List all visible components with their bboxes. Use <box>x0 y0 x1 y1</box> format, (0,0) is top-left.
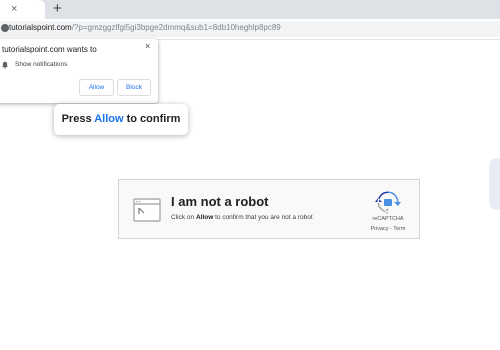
url-text[interactable]: tutorialspoint.com/?p=gmzggzlfgi5gi3bpge… <box>9 22 281 34</box>
bell-icon <box>2 61 8 69</box>
url-host: tutorialspoint.com <box>9 23 72 32</box>
captcha-title: I am not a robot <box>171 194 269 209</box>
callout-highlight: Allow <box>94 113 124 125</box>
captcha-sub-suffix: to confirm that you are not a robot <box>213 214 313 221</box>
recaptcha-links[interactable]: Privacy - Term <box>359 226 417 232</box>
callout-prefix: Press <box>61 113 95 125</box>
prompt-title: tutorialspoint.com wants to <box>2 45 97 54</box>
side-panel-edge <box>489 158 500 210</box>
tab-close-icon[interactable]: × <box>11 3 17 15</box>
recaptcha-brand: reCAPTCHA <box>372 216 404 222</box>
callout-text: Press Allow to confirm <box>54 104 188 135</box>
captcha-box[interactable]: I am not a robot Click on Allow to confi… <box>118 179 420 239</box>
allow-button[interactable]: Allow <box>79 79 114 96</box>
close-icon[interactable]: × <box>145 41 150 51</box>
new-tab-button[interactable]: + <box>53 1 62 16</box>
url-path: /?p=gmzggzlfgi5gi3bpge2dmmq&sub1=8db10he… <box>71 23 281 32</box>
browser-window-icon <box>133 198 161 222</box>
recaptcha-logo-icon <box>375 191 401 214</box>
site-info-icon[interactable] <box>1 24 9 32</box>
captcha-sub-prefix: Click on <box>171 214 196 221</box>
captcha-sub-bold: Allow <box>195 214 214 221</box>
active-tab[interactable]: × <box>0 0 45 19</box>
tab-strip: × + <box>0 0 500 19</box>
captcha-subtitle: Click on Allow to confirm that you are n… <box>171 214 313 221</box>
block-button[interactable]: Block <box>117 79 151 96</box>
callout-suffix: to confirm <box>123 113 181 125</box>
permission-label: Show notifications <box>15 61 68 68</box>
press-allow-callout: Press Allow to confirm <box>54 104 188 135</box>
